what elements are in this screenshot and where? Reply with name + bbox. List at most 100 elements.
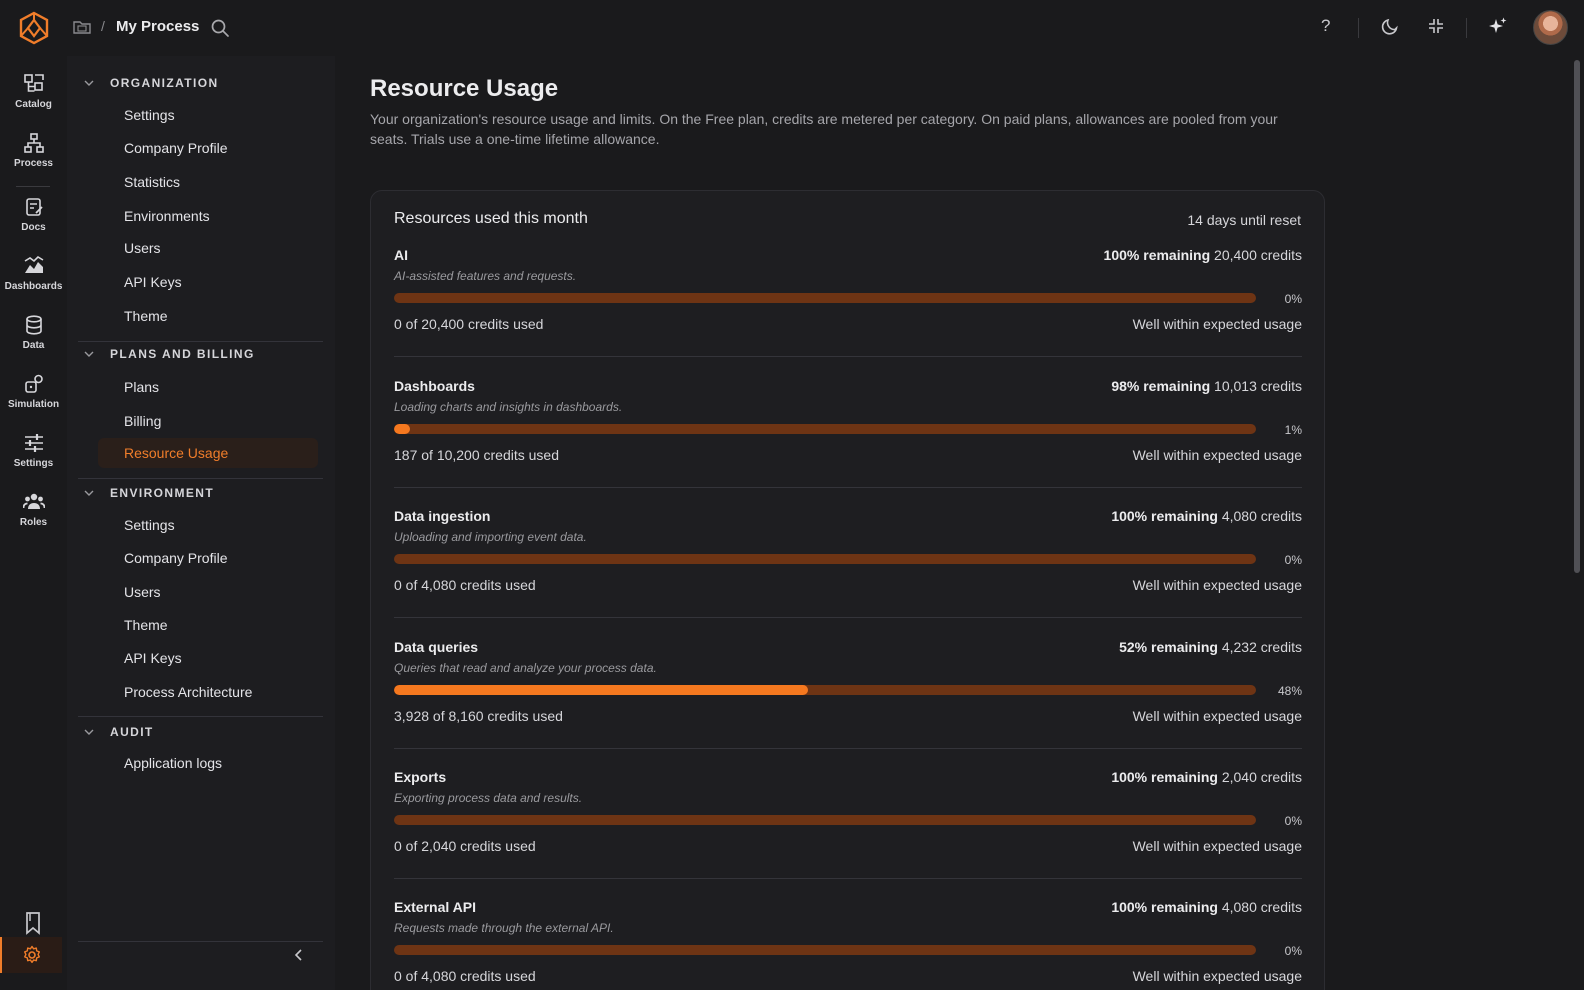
resource-remaining-pct: 100% remaining [1103, 247, 1211, 263]
row-divider [394, 487, 1302, 488]
sparkle-icon[interactable] [1488, 16, 1508, 36]
avatar[interactable] [1533, 10, 1568, 45]
nav-item-process-architecture[interactable]: Process Architecture [98, 677, 318, 707]
chevron-left-icon[interactable] [292, 948, 306, 962]
resource-remaining: 100% remaining 4,080 credits [1111, 508, 1302, 524]
resource-description: Loading charts and insights in dashboard… [394, 400, 623, 414]
usage-status: Well within expected usage [1132, 577, 1302, 593]
resource-name: AI [394, 247, 408, 263]
rail-item-data[interactable]: Data [0, 314, 67, 351]
resource-row: Data ingestion 100% remaining 4,080 credi… [394, 508, 1302, 638]
top-bar: / My Process ? [0, 0, 1584, 56]
resource-remaining-pct: 100% remaining [1111, 769, 1218, 785]
row-divider [394, 748, 1302, 749]
gear-icon [24, 945, 40, 963]
nav-section-plans-and-billing[interactable]: PLANS AND BILLING [78, 339, 323, 369]
resource-name: Dashboards [394, 378, 475, 394]
nav-item-theme[interactable]: Theme [98, 301, 318, 331]
search-icon[interactable] [210, 18, 230, 38]
page-title: Resource Usage [370, 75, 559, 102]
usage-percent: 0% [1284, 553, 1302, 567]
row-divider [394, 878, 1302, 879]
nav-section-title: AUDIT [110, 725, 154, 739]
nav-section-environment[interactable]: ENVIRONMENT [78, 478, 323, 508]
nav-section-title: ENVIRONMENT [110, 486, 215, 500]
breadcrumb-title[interactable]: My Process [116, 18, 199, 35]
resource-remaining: 100% remaining 20,400 credits [1104, 247, 1302, 263]
credits-used: 187 of 10,200 credits used [394, 447, 560, 463]
resource-row: AI 100% remaining 20,400 credits AI-assist… [394, 247, 1302, 377]
rail-item-settings[interactable]: Settings [0, 432, 67, 469]
rail-item-catalog[interactable]: Catalog [0, 73, 67, 110]
resource-remaining-pct: 98% remaining [1111, 378, 1211, 394]
rail-item-label: Dashboards [4, 281, 63, 292]
resource-name: Data queries [394, 639, 479, 655]
scrollbar[interactable] [1571, 56, 1584, 990]
nav-item-env-theme[interactable]: Theme [98, 610, 318, 640]
resource-description: Uploading and importing event data. [394, 530, 587, 544]
nav-section-audit[interactable]: AUDIT [78, 717, 323, 747]
folder-icon[interactable] [72, 18, 92, 36]
nav-item-statistics[interactable]: Statistics [98, 167, 318, 197]
nav-item-resource-usage[interactable]: Resource Usage [98, 438, 318, 468]
resource-remaining: 52% remaining 4,232 credits [1119, 639, 1302, 655]
resource-remaining-credits: 2,040 credits [1221, 769, 1302, 785]
usage-progress-bar [394, 685, 1256, 695]
help-icon[interactable]: ? [1321, 16, 1330, 36]
nav-item-env-api-keys[interactable]: API Keys [98, 643, 318, 673]
usage-status: Well within expected usage [1132, 447, 1302, 463]
resource-remaining: 100% remaining 2,040 credits [1111, 769, 1302, 785]
nav-item-users[interactable]: Users [98, 233, 318, 263]
nav-item-plans[interactable]: Plans [98, 372, 318, 402]
resource-remaining-credits: 4,080 credits [1221, 508, 1302, 524]
row-divider [394, 356, 1302, 357]
resource-name: Data ingestion [394, 508, 491, 524]
nav-item-settings[interactable]: Settings [98, 100, 318, 130]
bookmark-icon[interactable] [22, 911, 44, 935]
rail-item-label: Docs [21, 222, 46, 233]
logo-icon[interactable] [18, 11, 50, 45]
nav-item-api-keys[interactable]: API Keys [98, 267, 318, 297]
usage-percent: 1% [1284, 423, 1302, 437]
collapse-icon[interactable] [1426, 16, 1446, 36]
resource-description: Queries that read and analyze your proce… [394, 661, 657, 675]
credits-used: 0 of 4,080 credits used [394, 577, 536, 593]
usage-percent: 0% [1284, 944, 1302, 958]
rail-item-label: Data [22, 340, 45, 351]
rail-item-dashboards[interactable]: Dashboards [0, 255, 67, 292]
usage-percent: 48% [1277, 684, 1302, 698]
nav-section-organization[interactable]: ORGANIZATION [78, 68, 323, 98]
nav-item-company-profile[interactable]: Company Profile [98, 133, 318, 163]
chevron-down-icon [84, 729, 94, 735]
reset-countdown: 14 days until reset [1187, 212, 1301, 228]
usage-percent: 0% [1284, 814, 1302, 828]
rail-item-roles[interactable]: Roles [0, 491, 67, 528]
resource-usage-card: Resources used this month 14 days until … [370, 190, 1325, 990]
resource-remaining-credits: 20,400 credits [1214, 247, 1302, 263]
resource-remaining: 100% remaining 4,080 credits [1111, 899, 1302, 915]
nav-section-title: PLANS AND BILLING [110, 347, 255, 361]
chevron-down-icon [84, 490, 94, 496]
database-icon [25, 315, 42, 335]
nav-item-env-settings[interactable]: Settings [98, 510, 318, 540]
scrollbar-thumb[interactable] [1574, 60, 1580, 573]
breadcrumb-separator: / [101, 18, 105, 34]
nav-item-env-users[interactable]: Users [98, 577, 318, 607]
resource-remaining-pct: 100% remaining [1111, 508, 1218, 524]
card-title: Resources used this month [394, 210, 588, 227]
nav-item-environments[interactable]: Environments [98, 201, 318, 231]
usage-status: Well within expected usage [1132, 316, 1302, 332]
nav-item-application-logs[interactable]: Application logs [98, 748, 318, 778]
rail-item-docs[interactable]: Docs [0, 196, 67, 233]
nav-divider [78, 941, 323, 942]
settings-gear-button[interactable] [0, 937, 62, 973]
rail-item-simulation[interactable]: Simulation [0, 373, 67, 410]
resource-row: Exports 100% remaining 2,040 credits Expor… [394, 769, 1302, 899]
credits-used: 0 of 20,400 credits used [394, 316, 544, 332]
rail-item-process[interactable]: Process [0, 132, 67, 169]
resource-description: Requests made through the external API. [394, 921, 614, 935]
moon-icon[interactable] [1381, 16, 1401, 36]
nav-item-billing[interactable]: Billing [98, 406, 318, 436]
main-content: Resource Usage Your organization's resou… [335, 56, 1571, 990]
nav-item-env-company-profile[interactable]: Company Profile [98, 543, 318, 573]
